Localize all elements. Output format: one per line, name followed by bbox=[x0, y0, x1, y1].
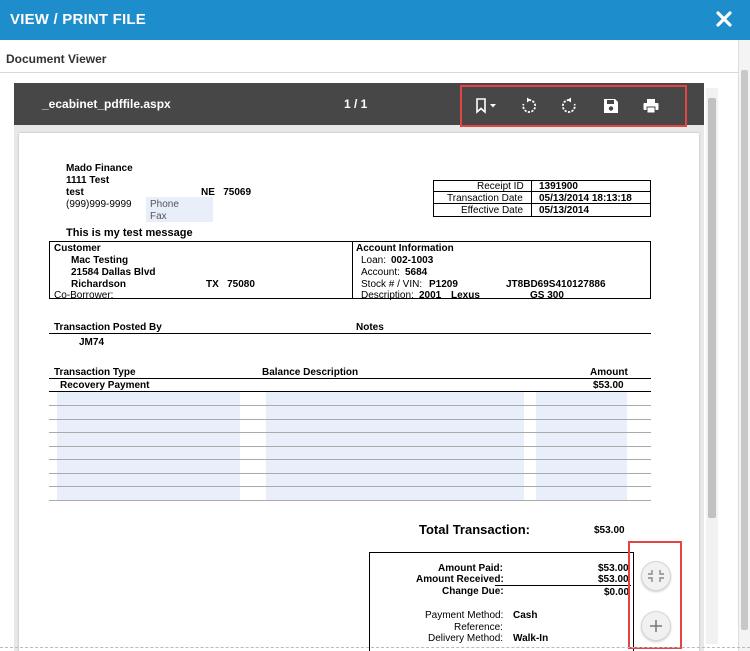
amount-received-value: $53.00 bbox=[598, 574, 629, 585]
table-row-line bbox=[49, 419, 651, 420]
receipt-info-divider bbox=[531, 180, 532, 217]
vehicle-model: GS 300 bbox=[530, 290, 564, 301]
effective-date-value: 05/13/2014 bbox=[539, 205, 590, 216]
delivery-method-label: Delivery Method: bbox=[428, 633, 504, 644]
customer-city: Richardson bbox=[71, 279, 127, 290]
account-value: 5684 bbox=[405, 267, 428, 278]
table-header-rule bbox=[49, 378, 651, 379]
column-header-transaction-type: Transaction Type bbox=[54, 367, 136, 378]
account-header: Account Information bbox=[356, 243, 454, 254]
dialog-scrollbar-thumb[interactable] bbox=[741, 70, 748, 630]
print-icon[interactable] bbox=[642, 97, 660, 115]
document-viewer: _ecabinet_pdffile.aspx 1 / 1 Mado Financ… bbox=[14, 83, 704, 651]
posted-by-header: Transaction Posted By bbox=[54, 322, 162, 333]
effective-date-label: Effective Date bbox=[461, 205, 524, 216]
plus-icon[interactable] bbox=[641, 611, 671, 641]
stock-value: P1209 bbox=[429, 279, 458, 290]
viewer-toolbar: _ecabinet_pdffile.aspx 1 / 1 bbox=[14, 83, 704, 127]
customer-account-divider bbox=[352, 241, 353, 299]
company-phone-number: (999)999-9999 bbox=[66, 199, 132, 210]
reference-label: Reference: bbox=[454, 622, 503, 633]
panel-label: Document Viewer bbox=[6, 52, 107, 66]
customer-address: 21584 Dallas Blvd bbox=[71, 267, 156, 278]
change-due-label: Change Due: bbox=[442, 586, 504, 597]
fax-label: Fax bbox=[150, 211, 167, 222]
table-row-line bbox=[49, 405, 651, 406]
company-city: test bbox=[66, 187, 84, 198]
toolbar-actions bbox=[460, 85, 687, 127]
table-row-line bbox=[49, 486, 651, 487]
receipt-message: This is my test message bbox=[66, 227, 193, 239]
page-indicator: 1 / 1 bbox=[344, 97, 368, 111]
bookmark-icon[interactable] bbox=[474, 97, 502, 115]
rotate-counterclockwise-icon[interactable] bbox=[560, 97, 578, 115]
file-name: _ecabinet_pdffile.aspx bbox=[42, 97, 171, 111]
receipt-id-label: Receipt ID bbox=[477, 181, 524, 192]
vehicle-year: 2001 bbox=[419, 290, 442, 301]
posted-by-value: JM74 bbox=[79, 337, 105, 348]
collapse-icon[interactable] bbox=[641, 561, 671, 591]
company-address: 1111 Test bbox=[66, 175, 110, 186]
customer-state-zip: TX 75080 bbox=[206, 279, 255, 290]
amount-paid-label: Amount Paid: bbox=[438, 563, 503, 574]
table-row-line bbox=[49, 432, 651, 433]
column-header-balance-description: Balance Description bbox=[262, 367, 359, 378]
amount-paid-value: $53.00 bbox=[598, 563, 629, 574]
transaction-date-value: 05/13/2014 18:13:18 bbox=[539, 193, 632, 204]
table-row-line bbox=[49, 473, 651, 474]
dialog-title: VIEW / PRINT FILE bbox=[10, 11, 146, 28]
total-transaction-label: Total Transaction: bbox=[419, 522, 530, 537]
payment-method-value: Cash bbox=[513, 610, 538, 621]
amount-received-label: Amount Received: bbox=[416, 574, 504, 585]
customer-name: Mac Testing bbox=[71, 255, 129, 266]
receipt-id-value: 1391900 bbox=[539, 181, 578, 192]
stock-vin-label: Stock # / VIN: bbox=[361, 279, 423, 290]
coborrower-label: Co-Borrower: bbox=[54, 290, 114, 301]
description-label: Description: bbox=[361, 290, 414, 301]
bottom-edge bbox=[0, 647, 750, 648]
table-row-line bbox=[49, 446, 651, 447]
loan-label: Loan: bbox=[361, 255, 387, 266]
save-icon[interactable] bbox=[602, 97, 620, 115]
table-row-line bbox=[49, 459, 651, 460]
change-due-rule bbox=[495, 585, 631, 586]
zoom-controls bbox=[628, 541, 682, 649]
viewer-scrollbar[interactable] bbox=[706, 88, 718, 644]
transaction-date-label: Transaction Date bbox=[447, 193, 523, 204]
viewer-scrollbar-thumb[interactable] bbox=[708, 98, 716, 518]
document-page: Mado Finance 1111 Test test NE 75069 (99… bbox=[19, 133, 699, 651]
account-label: Account: bbox=[361, 267, 400, 278]
payment-method-label: Payment Method: bbox=[425, 610, 504, 621]
rotate-clockwise-icon[interactable] bbox=[520, 97, 538, 115]
total-transaction-value: $53.00 bbox=[594, 525, 625, 536]
phone-label: Phone bbox=[150, 199, 179, 210]
change-due-value: $0.00 bbox=[604, 587, 630, 598]
delivery-method-value: Walk-In bbox=[513, 633, 549, 644]
panel-divider bbox=[0, 72, 750, 73]
customer-header: Customer bbox=[54, 243, 101, 254]
column-header-amount: Amount bbox=[590, 367, 628, 378]
vehicle-make: Lexus bbox=[451, 290, 480, 301]
notes-header: Notes bbox=[356, 322, 384, 333]
amount-cell: $53.00 bbox=[593, 380, 624, 391]
transaction-type-cell: Recovery Payment bbox=[60, 380, 150, 391]
close-icon[interactable] bbox=[714, 9, 734, 29]
loan-value: 002-1003 bbox=[391, 255, 434, 266]
posted-by-rule bbox=[49, 333, 651, 334]
table-row-line bbox=[49, 500, 651, 501]
company-name: Mado Finance bbox=[66, 163, 133, 174]
dialog-title-bar: VIEW / PRINT FILE bbox=[0, 0, 750, 40]
dialog-scrollbar[interactable] bbox=[738, 40, 750, 651]
vin-value: JT8BD69S410127886 bbox=[506, 279, 606, 290]
